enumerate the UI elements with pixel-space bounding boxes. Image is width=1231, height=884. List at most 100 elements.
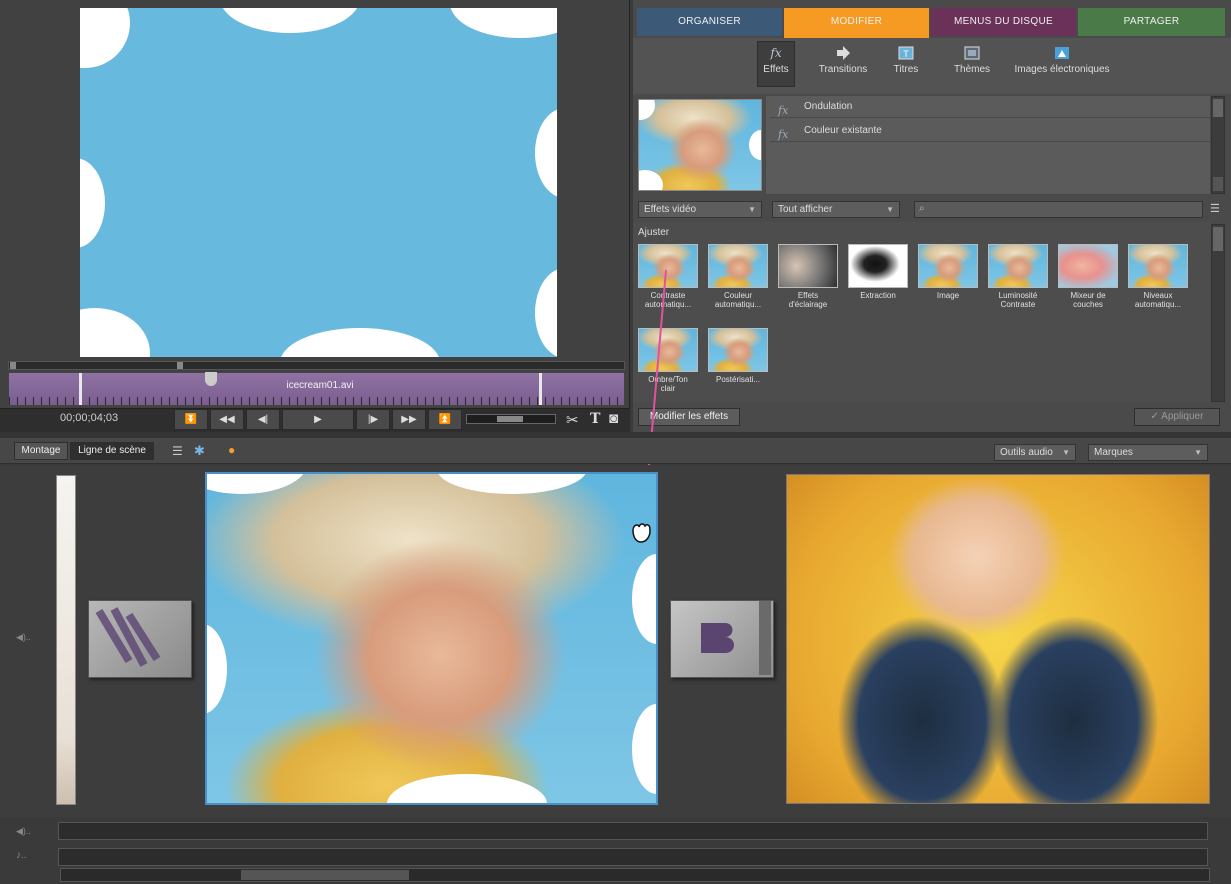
show-filter-dropdown[interactable]: Tout afficher ▼ — [772, 201, 900, 218]
scroll-thumb[interactable] — [1213, 177, 1223, 191]
effect-thumb-posterisation[interactable] — [708, 328, 768, 372]
scene-clip-next[interactable] — [786, 474, 1210, 804]
ripple-edge — [632, 704, 656, 794]
speaker-icon[interactable]: ◀).. — [16, 826, 31, 837]
step-back-icon[interactable]: ◀| — [246, 409, 280, 430]
effect-label: Effets d'éclairage — [788, 291, 828, 309]
ripple-edge — [639, 100, 655, 120]
scissors-icon[interactable]: ✂ — [566, 411, 579, 429]
svg-text:T: T — [903, 49, 909, 59]
chevron-down-icon: ▼ — [748, 205, 756, 214]
applied-effect-row[interactable]: fx Ondulation — [770, 96, 1210, 118]
subtab-themes[interactable]: Thèmes — [952, 46, 992, 75]
add-text-icon[interactable]: T — [590, 411, 600, 427]
subtab-transitions[interactable]: Transitions — [812, 46, 874, 75]
play-icon[interactable]: ▶ — [282, 409, 354, 430]
effect-thumb-couleur-auto[interactable] — [708, 244, 768, 288]
video-preview — [80, 8, 557, 357]
soundtrack-track[interactable] — [58, 848, 1208, 866]
set-in-icon[interactable]: ⏬ — [174, 409, 208, 430]
camera-icon[interactable]: ◙ — [609, 410, 618, 427]
ripple-edge — [220, 8, 360, 33]
ripple-edge — [80, 308, 150, 357]
tab-partager[interactable]: PARTAGER — [1078, 8, 1225, 36]
ripple-edge — [639, 170, 663, 190]
applied-effect-label: Ondulation — [804, 101, 853, 112]
scene-clip-previous[interactable] — [56, 475, 76, 805]
applied-effect-label: Couleur existante — [804, 125, 882, 136]
audio-narration-icon[interactable]: ◀).. — [16, 632, 31, 643]
dropdown-value: Tout afficher — [778, 204, 833, 215]
ripple-edge — [280, 328, 440, 357]
title-icon: T — [898, 46, 914, 60]
check-icon: ✓ — [1150, 411, 1159, 422]
effect-label: Niveaux automatiqu... — [1134, 291, 1182, 309]
set-out-icon[interactable]: ⏫ — [428, 409, 462, 430]
ripple-edge — [749, 130, 761, 160]
effects-scrollbar[interactable] — [1211, 224, 1225, 402]
subtab-effets[interactable]: fx Effets — [758, 46, 794, 75]
subtab-label: Transitions — [818, 64, 868, 75]
smartfix-icon[interactable]: ✱ — [194, 443, 205, 459]
effect-thumb-mixeur[interactable] — [1058, 244, 1118, 288]
fx-icon: fx — [778, 104, 789, 117]
subtab-label: Thèmes — [953, 64, 991, 75]
subtab-images-electroniques[interactable]: Images électroniques — [1010, 46, 1114, 75]
scrub-end-handle[interactable] — [177, 362, 183, 369]
rewind-icon[interactable]: ◀◀ — [210, 409, 244, 430]
scroll-thumb[interactable] — [1213, 99, 1223, 117]
applied-list-scrollbar[interactable] — [1211, 96, 1225, 194]
scroll-thumb[interactable] — [241, 870, 409, 880]
shuttle-slider[interactable] — [466, 414, 556, 424]
list-view-icon[interactable]: ☰ — [1210, 202, 1220, 215]
shuttle-thumb[interactable] — [497, 416, 523, 422]
search-icon: ⌕ — [919, 203, 925, 214]
effects-category-dropdown[interactable]: Effets vidéo ▼ — [638, 201, 762, 218]
timeline-hscrollbar[interactable] — [60, 868, 1210, 882]
markers-dropdown[interactable]: Marques ▼ — [1088, 444, 1208, 461]
transition-thumb[interactable] — [88, 600, 192, 678]
ripple-edge — [632, 554, 656, 644]
subtab-titres[interactable]: T Titres — [888, 46, 924, 75]
subtab-bar — [633, 38, 1231, 94]
view-scene-line-button[interactable]: Ligne de scène — [70, 442, 154, 460]
effect-thumb-niveaux[interactable] — [1128, 244, 1188, 288]
music-note-icon[interactable]: ♪.. — [16, 850, 27, 861]
clipart-icon — [1055, 47, 1069, 59]
fast-forward-icon[interactable]: ▶▶ — [392, 409, 426, 430]
effect-thumb-extraction[interactable] — [848, 244, 908, 288]
step-forward-icon[interactable]: |▶ — [356, 409, 390, 430]
properties-icon[interactable]: ☰ — [172, 444, 183, 458]
effect-thumb-luminosite[interactable] — [988, 244, 1048, 288]
smart-trim-icon[interactable]: ● — [228, 443, 235, 457]
effect-label: Luminosité Contraste — [998, 291, 1038, 309]
timecode[interactable]: 00;00;04;03 — [60, 412, 118, 424]
view-montage-button[interactable]: Montage — [14, 442, 68, 460]
mini-scrubber[interactable] — [8, 361, 625, 370]
audio-tools-dropdown[interactable]: Outils audio ▼ — [994, 444, 1076, 461]
effect-thumb-eclairage[interactable] — [778, 244, 838, 288]
playhead[interactable] — [205, 372, 217, 386]
apply-label: Appliquer — [1161, 411, 1204, 422]
effect-thumb-image[interactable] — [918, 244, 978, 288]
ripple-edge — [387, 774, 547, 803]
applied-effects-thumbnail — [638, 99, 762, 191]
in-point-marker[interactable] — [79, 373, 82, 405]
tab-modifier[interactable]: MODIFIER — [784, 8, 929, 36]
ripple-edge — [450, 8, 557, 38]
subtab-label: Images électroniques — [1014, 64, 1110, 75]
tab-organiser[interactable]: ORGANISER — [637, 8, 782, 36]
applied-effect-row[interactable]: fx Couleur existante — [770, 120, 1210, 142]
tab-menus-du-disque[interactable]: MENUS DU DISQUE — [931, 8, 1076, 36]
chevron-down-icon: ▼ — [886, 205, 894, 214]
narration-track[interactable] — [58, 822, 1208, 840]
ripple-edge — [80, 158, 105, 248]
scrub-start-handle[interactable] — [10, 362, 16, 369]
apply-button[interactable]: ✓ Appliquer — [1134, 408, 1220, 426]
transition-thumb[interactable] — [670, 600, 774, 678]
effects-search-input[interactable]: ⌕ — [914, 201, 1203, 218]
out-point-marker[interactable] — [539, 373, 542, 405]
scene-clip-selected[interactable] — [205, 472, 658, 805]
effect-label: Image — [936, 291, 960, 300]
scroll-thumb[interactable] — [1213, 227, 1223, 251]
